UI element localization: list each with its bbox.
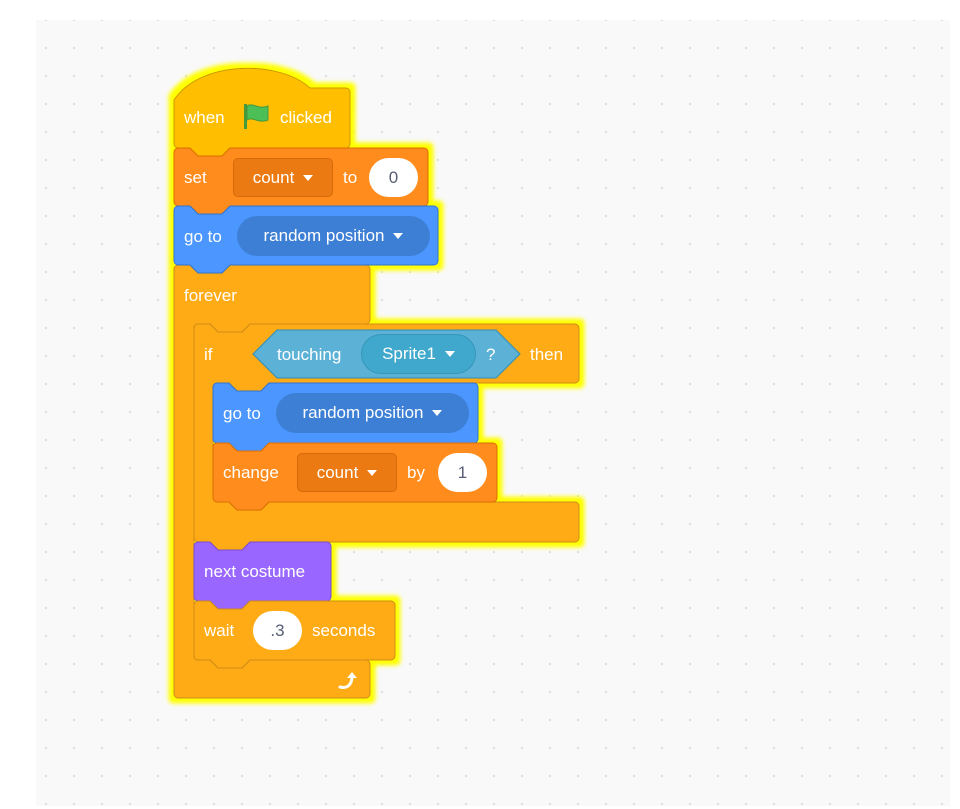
object-name: Sprite1 — [382, 344, 436, 363]
chevron-down-icon — [367, 469, 378, 476]
by-label: by — [407, 463, 425, 482]
clicked-label: clicked — [280, 108, 332, 127]
chevron-down-icon — [303, 174, 314, 181]
script-shapes — [173, 67, 580, 699]
set-label: set — [184, 168, 207, 187]
chevron-down-icon — [393, 233, 404, 239]
go-to-target-dropdown[interactable]: random position — [237, 216, 430, 256]
wait-label: wait — [204, 621, 235, 640]
then-label: then — [530, 345, 564, 364]
variable-name: count — [316, 462, 359, 482]
forever-label: forever — [184, 286, 237, 305]
change-variable-dropdown[interactable]: count — [297, 453, 397, 492]
wait-duration-input[interactable]: .3 — [253, 611, 302, 650]
change-value-input[interactable]: 1 — [438, 453, 487, 492]
target-name: random position — [302, 403, 424, 422]
next-costume-label: next costume — [204, 562, 306, 581]
change-label: change — [223, 463, 279, 482]
inner-go-to-label: go to — [223, 404, 261, 423]
set-value-input[interactable]: 0 — [369, 158, 418, 197]
chevron-down-icon — [432, 410, 443, 416]
set-variable-dropdown[interactable]: count — [233, 158, 333, 197]
target-name: random position — [263, 226, 385, 245]
when-label: when — [184, 108, 225, 127]
touching-object-dropdown[interactable]: Sprite1 — [361, 334, 476, 374]
go-to-label: go to — [184, 227, 222, 246]
touching-label: touching — [277, 345, 342, 364]
if-label: if — [204, 345, 213, 364]
to-label: to — [343, 168, 358, 187]
chevron-down-icon — [444, 351, 455, 357]
seconds-label: seconds — [312, 621, 376, 640]
inner-go-to-target-dropdown[interactable]: random position — [276, 393, 469, 433]
question-mark: ? — [486, 345, 496, 364]
variable-name: count — [252, 167, 295, 187]
